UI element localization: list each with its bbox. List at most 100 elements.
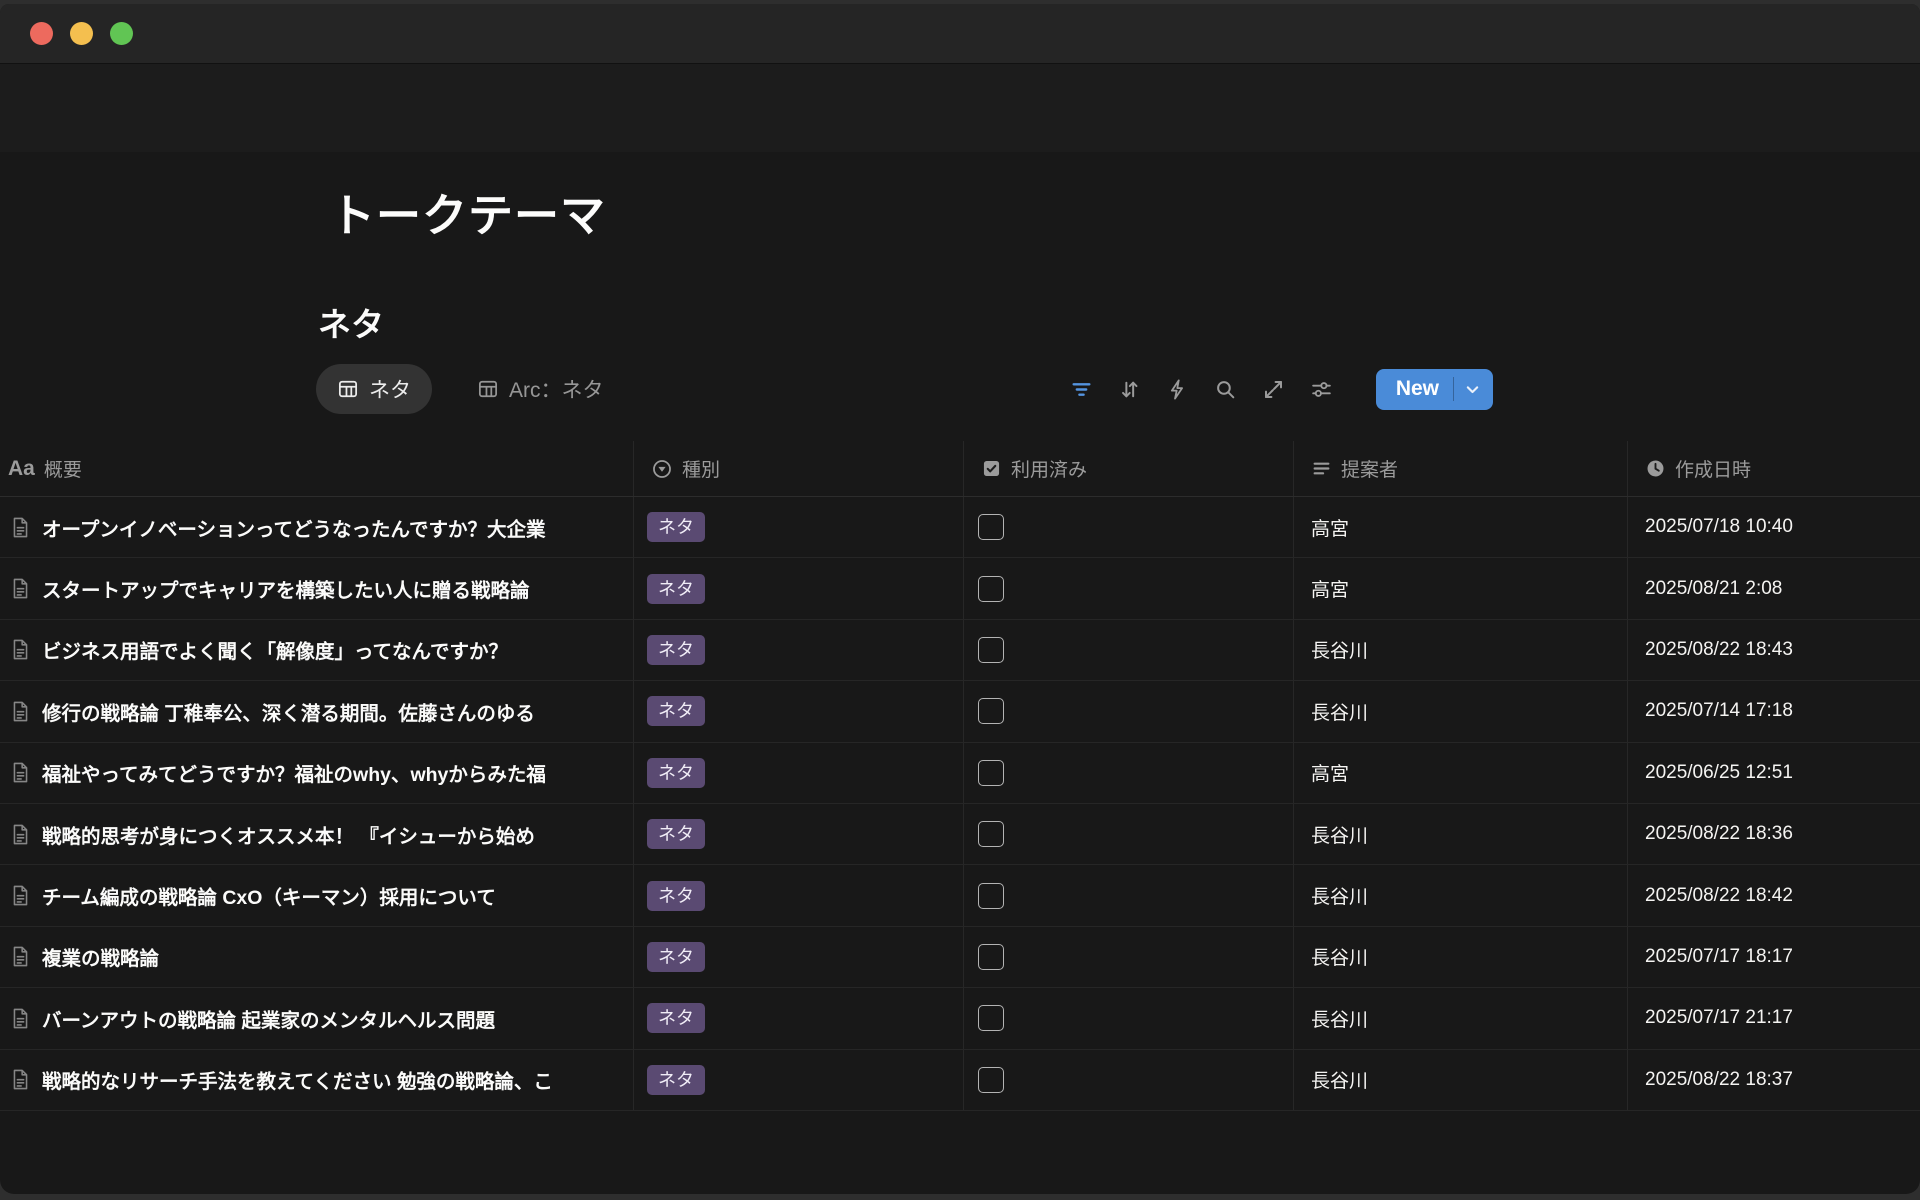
database-title[interactable]: ネタ (318, 303, 384, 347)
table-row: オープンイノベーションってどうなったんですか？大企業 ネタ 高宮 2025/07… (0, 497, 1920, 558)
traffic-lights (30, 22, 133, 45)
new-button[interactable]: New (1376, 369, 1493, 410)
row-created-cell[interactable]: 2025/08/22 18:42 (1627, 865, 1920, 925)
row-created-cell[interactable]: 2025/08/22 18:36 (1627, 804, 1920, 864)
used-checkbox[interactable] (978, 883, 1004, 909)
row-created-cell[interactable]: 2025/08/22 18:37 (1627, 1050, 1920, 1110)
page-title[interactable]: トークテーマ (330, 190, 606, 242)
table-row: 福祉やってみてどうですか？福祉のwhy、whyからみた福 ネタ 高宮 2025/… (0, 743, 1920, 804)
page-header-band (0, 64, 1920, 152)
row-proposer-cell[interactable]: 長谷川 (1293, 927, 1627, 987)
row-title-cell[interactable]: 複業の戦略論 (0, 927, 633, 987)
row-created-cell[interactable]: 2025/07/14 17:18 (1627, 681, 1920, 741)
used-checkbox[interactable] (978, 760, 1004, 786)
column-header-summary[interactable]: Aa 概要 (0, 441, 633, 496)
row-created-cell[interactable]: 2025/07/18 10:40 (1627, 497, 1920, 557)
row-title-cell[interactable]: ビジネス用語でよく聞く「解像度」ってなんですか？ (0, 620, 633, 680)
row-type-cell[interactable]: ネタ (633, 558, 963, 618)
view-tab-arc-neta[interactable]: Arc：ネタ (456, 364, 625, 414)
row-type-cell[interactable]: ネタ (633, 988, 963, 1048)
row-proposer-cell[interactable]: 高宮 (1293, 497, 1627, 557)
chevron-down-icon (1464, 381, 1481, 398)
used-checkbox[interactable] (978, 637, 1004, 663)
type-tag: ネタ (647, 1065, 705, 1095)
expand-icon[interactable] (1261, 376, 1287, 402)
used-checkbox[interactable] (978, 1067, 1004, 1093)
created-text: 2025/08/21 2:08 (1645, 578, 1782, 600)
row-type-cell[interactable]: ネタ (633, 743, 963, 803)
sliders-icon[interactable] (1309, 376, 1335, 402)
used-checkbox[interactable] (978, 698, 1004, 724)
row-type-cell[interactable]: ネタ (633, 804, 963, 864)
used-checkbox[interactable] (978, 514, 1004, 540)
clock-icon (1645, 458, 1666, 479)
row-title-cell[interactable]: オープンイノベーションってどうなったんですか？大企業 (0, 497, 633, 557)
row-title-cell[interactable]: バーンアウトの戦略論 起業家のメンタルヘルス問題 (0, 988, 633, 1048)
used-checkbox[interactable] (978, 821, 1004, 847)
page-icon (8, 822, 33, 847)
row-created-cell[interactable]: 2025/06/25 12:51 (1627, 743, 1920, 803)
row-type-cell[interactable]: ネタ (633, 865, 963, 925)
row-title-cell[interactable]: スタートアップでキャリアを構築したい人に贈る戦略論 (0, 558, 633, 618)
row-used-cell (963, 927, 1293, 987)
row-type-cell[interactable]: ネタ (633, 1050, 963, 1110)
row-proposer-cell[interactable]: 長谷川 (1293, 988, 1627, 1048)
database-controls: ネタ Arc：ネタ (316, 364, 1920, 414)
row-title-cell[interactable]: 修行の戦略論 丁稚奉公、深く潜る期間。佐藤さんのゆる (0, 681, 633, 741)
row-proposer-cell[interactable]: 高宮 (1293, 558, 1627, 618)
used-checkbox[interactable] (978, 576, 1004, 602)
minimize-button[interactable] (70, 22, 93, 45)
row-proposer-cell[interactable]: 長谷川 (1293, 804, 1627, 864)
row-used-cell (963, 558, 1293, 618)
column-header-type[interactable]: 種別 (633, 441, 963, 496)
row-title-cell[interactable]: 戦略的思考が身につくオススメ本！ 『イシューから始め (0, 804, 633, 864)
row-type-cell[interactable]: ネタ (633, 681, 963, 741)
page-icon (8, 1006, 33, 1031)
search-icon[interactable] (1213, 376, 1239, 402)
maximize-button[interactable] (110, 22, 133, 45)
row-type-cell[interactable]: ネタ (633, 927, 963, 987)
row-proposer-cell[interactable]: 長谷川 (1293, 865, 1627, 925)
database-table: Aa 概要 種別 利用済み 提案者 (0, 441, 1920, 1111)
row-title-cell[interactable]: チーム編成の戦略論 CxO（キーマン）採用について (0, 865, 633, 925)
row-title: 修行の戦略論 丁稚奉公、深く潜る期間。佐藤さんのゆる (42, 697, 633, 726)
row-title-cell[interactable]: 福祉やってみてどうですか？福祉のwhy、whyからみた福 (0, 743, 633, 803)
column-header-used[interactable]: 利用済み (963, 441, 1293, 496)
row-created-cell[interactable]: 2025/08/22 18:43 (1627, 620, 1920, 680)
filter-icon[interactable] (1069, 376, 1095, 402)
page-icon (8, 883, 33, 908)
row-title: チーム編成の戦略論 CxO（キーマン）採用について (42, 881, 633, 910)
column-header-created-time[interactable]: 作成日時 (1627, 441, 1920, 496)
proposer-text: 長谷川 (1311, 698, 1368, 725)
page-icon (8, 760, 33, 785)
row-proposer-cell[interactable]: 長谷川 (1293, 1050, 1627, 1110)
row-used-cell (963, 743, 1293, 803)
used-checkbox[interactable] (978, 1005, 1004, 1031)
proposer-text: 高宮 (1311, 514, 1349, 541)
row-proposer-cell[interactable]: 高宮 (1293, 743, 1627, 803)
close-button[interactable] (30, 22, 53, 45)
title-property-icon: Aa (8, 457, 35, 481)
row-title: バーンアウトの戦略論 起業家のメンタルヘルス問題 (42, 1004, 633, 1033)
column-header-proposer[interactable]: 提案者 (1293, 441, 1627, 496)
view-tab-neta[interactable]: ネタ (316, 364, 432, 414)
lightning-icon[interactable] (1165, 376, 1191, 402)
row-created-cell[interactable]: 2025/07/17 21:17 (1627, 988, 1920, 1048)
row-proposer-cell[interactable]: 長谷川 (1293, 681, 1627, 741)
sort-icon[interactable] (1117, 376, 1143, 402)
row-proposer-cell[interactable]: 長谷川 (1293, 620, 1627, 680)
created-text: 2025/07/17 21:17 (1645, 1007, 1793, 1029)
table-body: オープンイノベーションってどうなったんですか？大企業 ネタ 高宮 2025/07… (0, 497, 1920, 1111)
row-type-cell[interactable]: ネタ (633, 620, 963, 680)
row-created-cell[interactable]: 2025/08/21 2:08 (1627, 558, 1920, 618)
app-window: トークテーマ ネタ ネタ (0, 4, 1920, 1194)
proposer-text: 長谷川 (1311, 636, 1368, 663)
type-tag: ネタ (647, 881, 705, 911)
page-icon (8, 699, 33, 724)
used-checkbox[interactable] (978, 944, 1004, 970)
row-title-cell[interactable]: 戦略的なリサーチ手法を教えてください 勉強の戦略論、こ (0, 1050, 633, 1110)
row-type-cell[interactable]: ネタ (633, 497, 963, 557)
row-created-cell[interactable]: 2025/07/17 18:17 (1627, 927, 1920, 987)
row-used-cell (963, 681, 1293, 741)
type-tag: ネタ (647, 1003, 705, 1033)
